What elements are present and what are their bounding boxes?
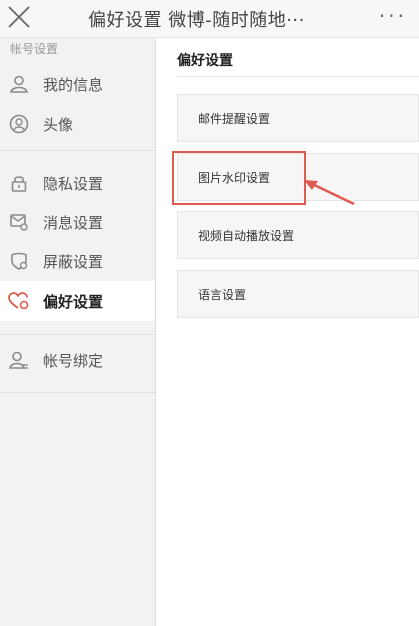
sidebar-item-preferences[interactable]: 偏好设置 [0,281,155,321]
settings-sidebar: 帐号设置 我的信息 头像 隐私设置 消息设置 屏蔽设置 偏好设置 帐号绑定 [0,38,156,626]
top-bar: 偏好设置 微博-随时随地··· ··· [0,0,419,38]
sidebar-item-label: 屏蔽设置 [43,252,104,271]
more-options-button[interactable]: ··· [379,4,407,28]
arrow-icon [304,180,355,206]
sidebar-item-label: 消息设置 [43,213,104,232]
preferences-panel: 偏好设置 邮件提醒设置 图片水印设置 视频自动播放设置 语言设置 [157,38,419,626]
lock-icon [7,171,31,195]
setting-label: 视频自动播放设置 [198,228,295,243]
sidebar-item-label: 帐号绑定 [43,351,104,370]
sidebar-item-privacy[interactable]: 隐私设置 [0,163,155,203]
sidebar-item-label: 头像 [43,115,74,134]
heart-gear-icon [7,289,31,313]
video-autoplay-setting[interactable]: 视频自动播放设置 [177,211,419,259]
language-setting[interactable]: 语言设置 [177,270,419,318]
sidebar-section-label: 帐号设置 [10,42,59,56]
highlight-box [172,151,306,205]
sidebar-divider [0,392,155,393]
message-gear-icon [7,210,31,234]
person-icon [7,72,31,96]
sidebar-item-message[interactable]: 消息设置 [0,202,155,242]
setting-label: 语言设置 [198,287,247,302]
avatar-icon [7,112,31,136]
close-icon[interactable] [6,4,32,30]
page-title: 偏好设置 微博-随时随地··· [88,10,305,31]
sidebar-item-my-info[interactable]: 我的信息 [0,64,155,104]
sidebar-item-label: 隐私设置 [43,174,104,193]
setting-label: 邮件提醒设置 [198,111,271,126]
title-divider [177,76,419,77]
sidebar-item-account-binding[interactable]: 帐号绑定 [0,340,155,380]
shield-block-icon [7,249,31,273]
sidebar-divider [0,334,155,335]
account-bind-icon [7,348,31,372]
sidebar-item-label: 偏好设置 [43,292,104,311]
sidebar-divider [0,150,155,151]
sidebar-item-label: 我的信息 [43,75,104,94]
sidebar-item-block[interactable]: 屏蔽设置 [0,241,155,281]
section-title: 偏好设置 [177,53,233,69]
email-reminder-setting[interactable]: 邮件提醒设置 [177,94,419,142]
sidebar-item-avatar[interactable]: 头像 [0,104,155,144]
